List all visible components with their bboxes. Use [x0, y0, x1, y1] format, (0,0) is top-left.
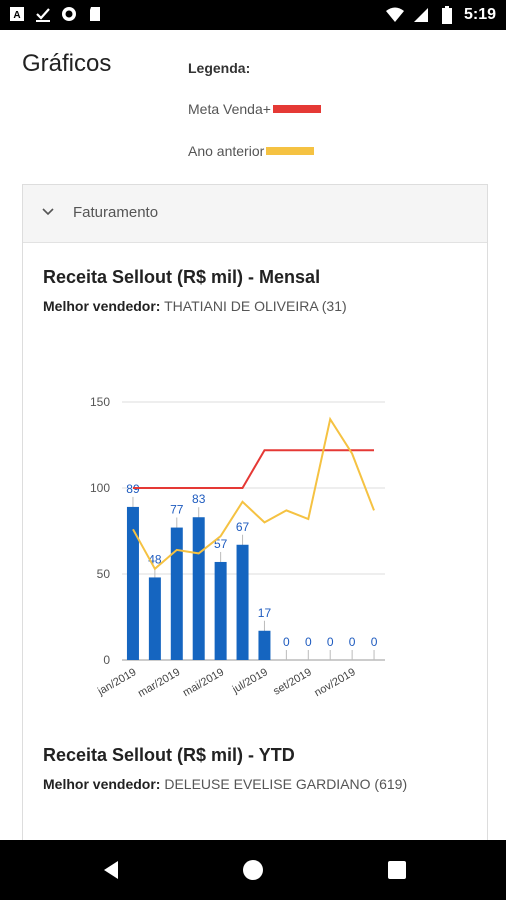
sd-card-icon: [86, 5, 104, 23]
bar: [236, 544, 249, 660]
bar: [192, 517, 205, 660]
overview-button[interactable]: [385, 858, 409, 882]
data-label: 77: [170, 503, 184, 517]
y-tick-label: 150: [90, 395, 110, 409]
x-tick-label: mai/2019: [181, 666, 226, 699]
best-seller-label: Melhor vendedor:: [43, 776, 161, 792]
battery-icon: [438, 6, 456, 24]
x-tick-label: mar/2019: [136, 666, 182, 700]
circle-icon: [60, 5, 78, 23]
chevron-down-icon: [42, 208, 54, 216]
x-tick-label: set/2019: [271, 666, 314, 697]
best-seller-value: DELEUSE EVELISE GARDIANO (619): [164, 776, 408, 792]
best-seller-value: THATIANI DE OLIVEIRA (31): [164, 298, 347, 314]
data-label: 0: [327, 635, 334, 649]
data-label: 17: [258, 606, 272, 620]
navigation-bar: [0, 840, 506, 900]
y-tick-label: 0: [103, 653, 110, 667]
legend-item-meta: Meta Venda+: [188, 101, 321, 117]
data-label: 0: [371, 635, 378, 649]
status-system-icons: 5:19: [385, 5, 496, 25]
best-seller-ytd: Melhor vendedor: DELEUSE EVELISE GARDIAN…: [43, 776, 407, 792]
y-tick-label: 50: [97, 567, 111, 581]
home-button[interactable]: [241, 858, 265, 882]
page-title: Gráficos: [22, 50, 112, 77]
data-label: 0: [305, 635, 312, 649]
bar: [170, 527, 183, 660]
x-tick-label: nov/2019: [312, 666, 357, 699]
series-line-ano-anterior: [132, 416, 375, 571]
legend-label: Meta Venda+: [188, 101, 271, 117]
x-tick-label: jan/2019: [95, 666, 138, 698]
best-seller-mensal: Melhor vendedor: THATIANI DE OLIVEIRA (3…: [43, 298, 347, 314]
download-done-icon: [34, 5, 52, 23]
status-bar: A 5:19: [0, 0, 506, 30]
data-label: 83: [192, 492, 206, 506]
accordion-header-faturamento[interactable]: Faturamento: [23, 185, 487, 243]
legend-swatch-red: [272, 105, 321, 113]
data-label: 0: [349, 635, 356, 649]
accordion-label: Faturamento: [73, 204, 159, 221]
clock: 5:19: [463, 6, 496, 23]
data-label: 0: [283, 635, 290, 649]
x-tick-label: jul/2019: [230, 666, 270, 696]
back-button[interactable]: [100, 858, 124, 882]
signal-icon: [412, 6, 430, 24]
svg-text:A: A: [13, 10, 20, 21]
monthly-revenue-chart: 050100150894877835767170 0 0 0 0jan/2019mar/…: [90, 395, 385, 700]
data-label: 67: [236, 520, 250, 534]
legend-item-ano-anterior: Ano anterior: [188, 143, 315, 159]
legend-label: Ano anterior: [188, 143, 265, 159]
status-notification-icons: A: [8, 5, 104, 23]
bar: [214, 561, 227, 660]
chart-title-ytd: Receita Sellout (R$ mil) - YTD: [43, 745, 295, 765]
best-seller-label: Melhor vendedor:: [43, 298, 161, 314]
legend-swatch-yellow: [266, 147, 315, 155]
a-box-icon: A: [8, 5, 26, 23]
chart-title-mensal: Receita Sellout (R$ mil) - Mensal: [43, 267, 321, 287]
y-tick-label: 100: [90, 481, 110, 495]
series-line-meta-venda: [133, 449, 374, 489]
legend-title: Legenda:: [188, 60, 251, 76]
bar: [258, 630, 271, 660]
wifi-icon: [385, 6, 404, 24]
bar: [148, 577, 161, 660]
